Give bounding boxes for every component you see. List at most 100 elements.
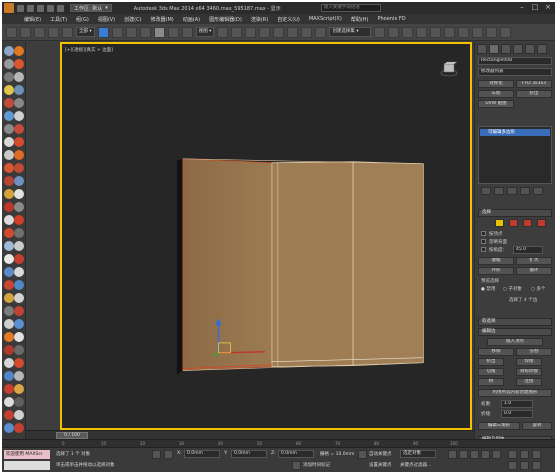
light-icon[interactable] [4,85,14,95]
mental-ray-icon[interactable] [4,332,14,342]
maximize-icon[interactable]: □ [530,3,540,12]
wall-icon[interactable] [14,280,24,290]
extrude-edge-button[interactable]: 挤出 [478,358,504,366]
lock-selection-icon[interactable] [152,450,161,459]
reference-coord-dropdown[interactable]: 视图 ▾ [195,27,215,37]
rectangle-region-icon[interactable] [125,26,137,38]
hierarchy-tab-icon[interactable] [501,44,511,54]
edit-edges-rollout-header[interactable]: 编辑边 [478,328,552,336]
boolean-icon[interactable] [4,371,14,381]
spacewarp-icon[interactable] [14,98,24,108]
target-weld-button[interactable]: 目标焊接 [516,368,542,376]
show-end-result-button[interactable] [494,187,504,195]
z-coordinate-field[interactable]: 0.0mm [278,450,314,458]
orbit-icon[interactable] [520,461,529,470]
split-button[interactable]: 分割 [516,348,552,356]
workspace-selector[interactable]: 工作区: 默认 ▾ [70,4,112,12]
selection-rollout-header[interactable]: 选择 [478,209,552,217]
create-shape-button[interactable]: 利用所选内容创建图形 [478,389,552,397]
grow-button[interactable]: 扩大 [516,257,552,265]
time-tag-icon[interactable] [292,461,301,470]
absolute-mode-icon[interactable] [164,450,173,459]
gear-icon[interactable] [4,59,14,69]
menu-rendering[interactable]: 渲染(R) [251,16,268,23]
spinner-snap-icon[interactable] [301,26,313,38]
preview-multi-radio[interactable]: ○ 多个 [531,286,545,292]
cone-icon[interactable] [4,137,14,147]
hair-icon[interactable] [4,345,14,355]
dynamics-icon[interactable] [14,319,24,329]
maximize-viewport-icon[interactable] [532,461,541,470]
menu-group[interactable]: 组(G) [76,16,89,23]
foliage-icon[interactable] [14,293,24,303]
weight-spinner[interactable]: 1.0 [501,400,533,408]
max-logo-icon[interactable] [4,3,14,13]
shape-merge-icon[interactable] [14,384,24,394]
prev-frame-icon[interactable] [459,450,468,459]
menu-tools[interactable]: 工具(T) [50,16,67,23]
pyramid-icon[interactable] [4,189,14,199]
menu-create[interactable]: 创建(C) [124,16,141,23]
create-tab-icon[interactable] [477,44,487,54]
zoom-icon[interactable] [508,450,517,459]
zoom-all-icon[interactable] [520,450,529,459]
select-scale-icon[interactable] [181,26,193,38]
blobmesh-icon[interactable] [4,384,14,394]
menu-graph-editors[interactable]: 图形编辑器(D) [209,16,242,23]
add-time-tag-button[interactable]: 添加时间标记 [303,462,330,468]
rendered-frame-icon[interactable] [486,26,498,38]
layer-manager-icon[interactable] [402,26,414,38]
render-setup-icon[interactable] [472,26,484,38]
tube-icon[interactable] [4,176,14,186]
utility-icon[interactable] [14,423,24,433]
insert-vertex-button[interactable]: 插入顶点 [487,338,543,346]
select-rotate-icon[interactable] [167,26,179,38]
mirror-icon[interactable] [374,26,386,38]
bridge-button[interactable]: 桥 [478,378,504,386]
motion-tab-icon[interactable] [513,44,523,54]
save-file-icon[interactable] [37,4,44,12]
nurbs-icon[interactable] [4,319,14,329]
selection-filter-dropdown[interactable]: 全部 ▾ [76,27,95,37]
box-icon[interactable] [14,72,24,82]
new-file-icon[interactable] [17,4,24,12]
maxscript-listener[interactable]: 欢迎使用 MAXScr [4,450,50,459]
next-frame-icon[interactable] [481,450,490,459]
compound-icon[interactable] [4,306,14,316]
prism-icon[interactable] [14,241,24,251]
percent-snap-icon[interactable] [287,26,299,38]
time-slider[interactable]: 0 / 100 [26,430,474,439]
border-mode-button[interactable] [523,219,532,227]
procutter-icon[interactable] [14,410,24,420]
weld-button[interactable]: 焊接 [516,358,542,366]
connect-button[interactable]: 连接 [516,378,542,386]
patch-icon[interactable] [14,306,24,316]
configure-sets-button[interactable] [533,187,543,195]
goto-end-icon[interactable] [492,450,501,459]
ring-button[interactable]: 环形 [478,267,514,275]
set-key-button[interactable]: 设置关键点 [369,462,392,468]
menu-edit[interactable]: 编辑(E) [24,16,41,23]
perspective-viewport[interactable]: [+][透视][真实 + 边面] [60,42,472,430]
undo-icon[interactable] [47,4,54,12]
teapot-icon[interactable] [4,150,14,160]
bind-space-warp-icon[interactable] [62,26,73,38]
chamfer-box-icon[interactable] [4,202,14,212]
polygon-mode-button[interactable] [537,219,546,227]
loft-icon[interactable] [14,358,24,368]
cylinder-icon[interactable] [4,124,14,134]
utilities-tab-icon[interactable] [537,44,547,54]
remove-button[interactable]: 移除 [478,348,514,356]
text-icon[interactable] [4,163,14,173]
minimize-icon[interactable]: – [517,3,527,12]
cloth-icon[interactable] [14,345,24,355]
vertex-mode-button[interactable] [495,219,504,227]
curve-editor-icon[interactable] [430,26,442,38]
crease-spinner[interactable]: 0.0 [501,410,533,418]
spindle-icon[interactable] [14,202,24,212]
object-name-field[interactable]: Rectangle008 [478,57,552,65]
modify-tab-icon[interactable] [489,44,499,54]
key-filters-button[interactable]: 关键点过滤器... [400,462,431,468]
unlink-icon[interactable] [48,26,59,38]
shape-icon[interactable] [4,98,14,108]
